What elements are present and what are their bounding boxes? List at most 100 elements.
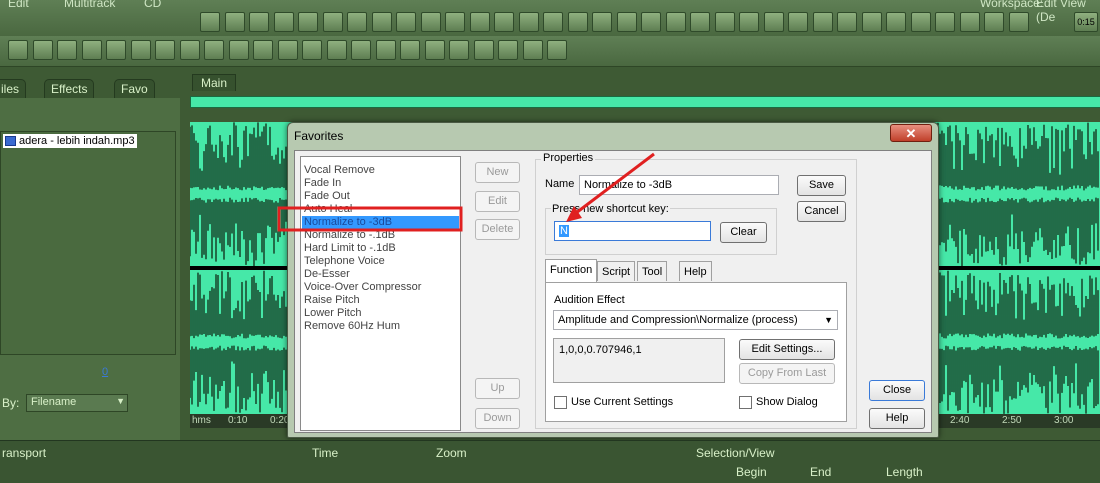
list-item[interactable]: Fade Out xyxy=(304,190,350,203)
list-item[interactable]: Lower Pitch xyxy=(304,307,361,320)
toolbar-icon[interactable] xyxy=(57,40,77,60)
new-button[interactable]: New xyxy=(475,162,520,183)
effect-select[interactable]: Amplitude and Compression\Normalize (pro… xyxy=(553,310,838,330)
toolbar-icon[interactable] xyxy=(8,40,28,60)
list-item[interactable]: Vocal Remove xyxy=(304,164,375,177)
menu-multitrack[interactable]: Multitrack xyxy=(64,0,115,10)
up-button[interactable]: Up xyxy=(475,378,520,399)
tab-help[interactable]: Help xyxy=(679,261,712,281)
toolbar-icon[interactable] xyxy=(322,12,343,32)
tab-favorites[interactable]: Favo xyxy=(114,79,155,98)
toolbar-icon[interactable] xyxy=(788,12,808,32)
toolbar-icon[interactable] xyxy=(106,40,126,60)
edit-settings-button[interactable]: Edit Settings... xyxy=(739,339,835,360)
list-item[interactable]: Hard Limit to -.1dB xyxy=(304,242,396,255)
toolbar-icon[interactable] xyxy=(155,40,175,60)
toolbar-icon[interactable] xyxy=(473,40,494,60)
panel-selection-view[interactable]: Selection/View xyxy=(690,445,781,461)
toolbar-icon[interactable] xyxy=(273,12,294,32)
clock-icon[interactable]: 0:15 xyxy=(1074,12,1098,32)
toolbar-icon[interactable] xyxy=(396,12,416,32)
edit-button[interactable]: Edit xyxy=(475,191,520,212)
close-icon[interactable]: ✕ xyxy=(890,124,932,142)
toolbar-icon[interactable] xyxy=(375,40,396,60)
toolbar-icon[interactable] xyxy=(763,12,784,32)
close-button[interactable]: Close xyxy=(869,380,925,401)
overview-bar[interactable] xyxy=(190,96,1100,108)
panel-time[interactable]: Time xyxy=(306,445,344,461)
panel-transport[interactable]: ransport xyxy=(0,445,52,461)
toolbar-icon[interactable] xyxy=(32,40,53,60)
sort-select[interactable]: Filename ▼ xyxy=(26,394,128,412)
toolbar-icon[interactable] xyxy=(326,40,347,60)
tab-effects[interactable]: Effects xyxy=(44,79,95,98)
toolbar-icon[interactable] xyxy=(641,12,661,32)
list-item[interactable]: Voice-Over Compressor xyxy=(304,281,421,294)
toolbar-icon[interactable] xyxy=(253,40,273,60)
tab-script[interactable]: Script xyxy=(597,261,636,281)
shortcut-field[interactable]: N xyxy=(554,221,711,241)
toolbar-icon[interactable] xyxy=(547,40,567,60)
toolbar-icon[interactable] xyxy=(494,12,514,32)
toolbar-icon[interactable] xyxy=(592,12,612,32)
tab-main[interactable]: Main xyxy=(192,74,237,91)
list-item[interactable]: Normalize to -.1dB xyxy=(304,229,395,242)
toolbar-icon[interactable] xyxy=(1008,12,1029,32)
list-item[interactable]: Raise Pitch xyxy=(304,294,360,307)
toolbar-icon[interactable] xyxy=(959,12,980,32)
copy-from-last-button[interactable]: Copy From Last xyxy=(739,363,835,384)
menu-edit[interactable]: Edit xyxy=(8,0,29,10)
toolbar-icon[interactable] xyxy=(81,40,102,60)
toolbar-icon[interactable] xyxy=(424,40,445,60)
toolbar-icon[interactable] xyxy=(249,12,269,32)
toolbar-icon[interactable] xyxy=(420,12,441,32)
toolbar-icon[interactable] xyxy=(298,12,318,32)
toolbar-icon[interactable] xyxy=(277,40,298,60)
toolbar-icon[interactable] xyxy=(347,12,367,32)
toolbar-icon[interactable] xyxy=(224,12,245,32)
toolbar-icon[interactable] xyxy=(498,40,518,60)
list-item[interactable]: Telephone Voice xyxy=(304,255,385,268)
list-item[interactable]: Remove 60Hz Hum xyxy=(304,320,400,333)
toolbar-icon[interactable] xyxy=(302,40,322,60)
toolbar-icon[interactable] xyxy=(837,12,857,32)
toolbar-icon[interactable] xyxy=(204,40,224,60)
toolbar-icon[interactable] xyxy=(861,12,882,32)
toolbar-icon[interactable] xyxy=(886,12,906,32)
tab-function[interactable]: Function xyxy=(545,259,598,282)
file-list[interactable]: adera - lebih indah.mp3 xyxy=(0,131,176,355)
tab-files[interactable]: iles xyxy=(0,79,27,98)
toolbar-icon[interactable] xyxy=(200,12,220,32)
help-button[interactable]: Help xyxy=(869,408,925,429)
clear-button[interactable]: Clear xyxy=(720,222,767,243)
list-item[interactable]: Fade In xyxy=(304,177,341,190)
panel-zoom[interactable]: Zoom xyxy=(430,445,473,461)
toolbar-icon[interactable] xyxy=(351,40,371,60)
toolbar-icon[interactable] xyxy=(445,12,465,32)
toolbar-icon[interactable] xyxy=(690,12,710,32)
menu-cd[interactable]: CD xyxy=(144,0,161,10)
name-field[interactable]: Normalize to -3dB xyxy=(579,175,779,195)
toolbar-icon[interactable] xyxy=(714,12,735,32)
toolbar-icon[interactable] xyxy=(935,12,955,32)
list-item-selected[interactable]: Normalize to -3dB xyxy=(302,216,459,229)
toolbar-icon[interactable] xyxy=(371,12,392,32)
toolbar-icon[interactable] xyxy=(665,12,686,32)
delete-button[interactable]: Delete xyxy=(475,219,520,240)
toolbar-icon[interactable] xyxy=(179,40,200,60)
toolbar-icon[interactable] xyxy=(543,12,563,32)
save-button[interactable]: Save xyxy=(797,175,846,196)
toolbar-icon[interactable] xyxy=(130,40,151,60)
toolbar-icon[interactable] xyxy=(984,12,1004,32)
toolbar-icon[interactable] xyxy=(469,12,490,32)
cancel-button[interactable]: Cancel xyxy=(797,201,846,222)
list-item[interactable]: Auto Heal xyxy=(304,203,352,216)
toolbar-icon[interactable] xyxy=(228,40,249,60)
list-item[interactable]: De-Esser xyxy=(304,268,350,281)
toolbar-icon[interactable] xyxy=(616,12,637,32)
tab-tool[interactable]: Tool xyxy=(637,261,668,281)
toolbar-icon[interactable] xyxy=(518,12,539,32)
toolbar-icon[interactable] xyxy=(910,12,931,32)
toolbar-icon[interactable] xyxy=(739,12,759,32)
toolbar-icon[interactable] xyxy=(400,40,420,60)
